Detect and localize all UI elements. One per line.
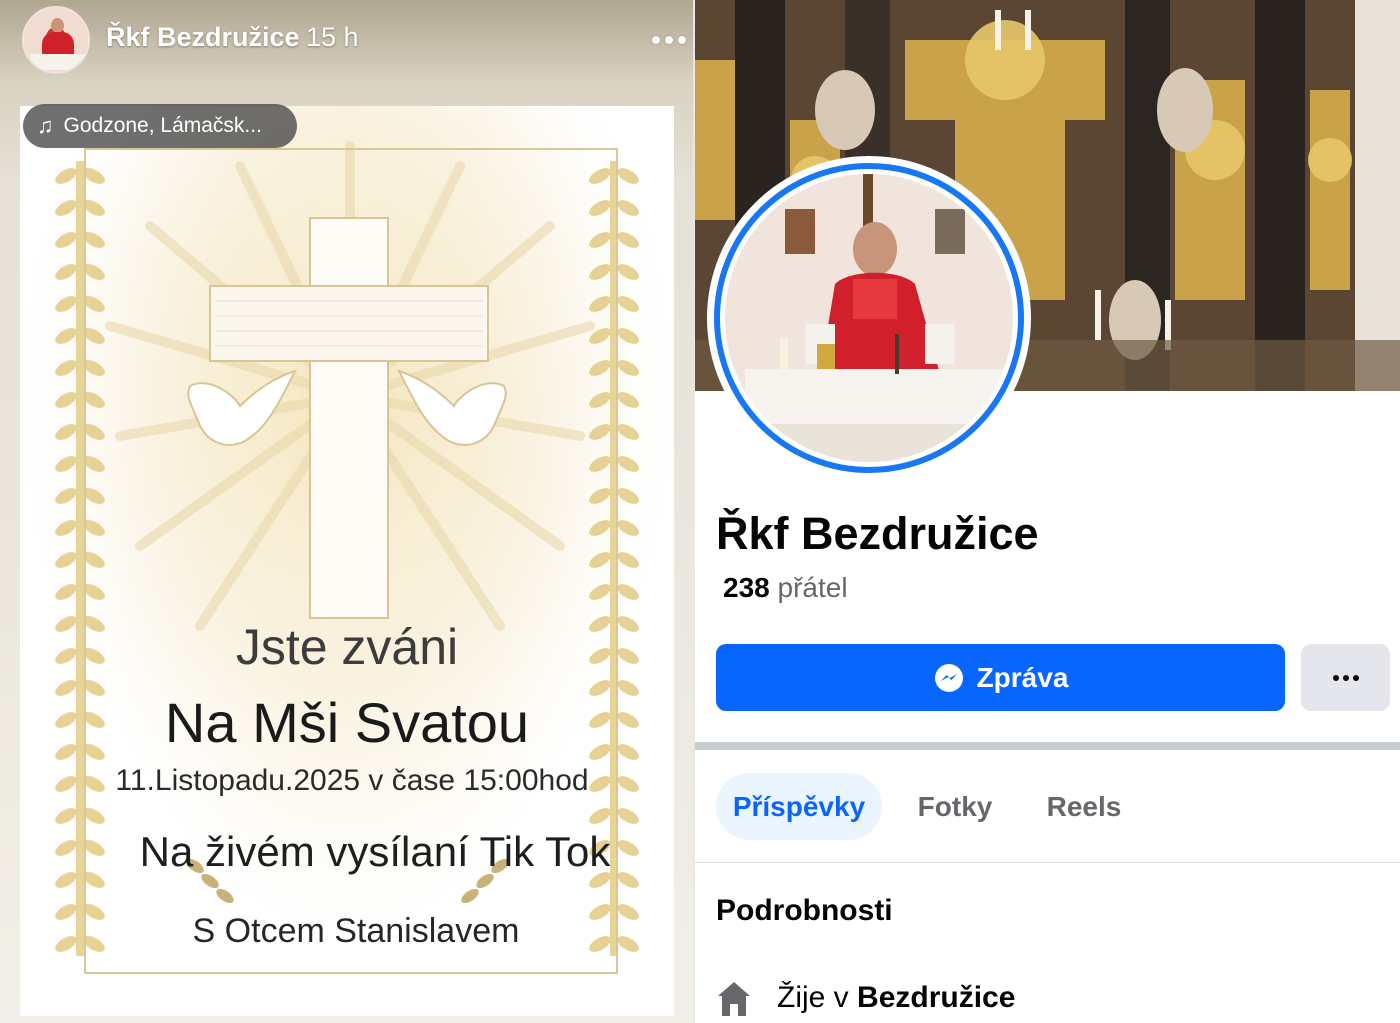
- tab-reels[interactable]: Reels: [1030, 773, 1138, 840]
- story-author-name[interactable]: Řkf Bezdružice: [106, 22, 300, 53]
- message-button-label: Zpráva: [976, 661, 1069, 693]
- home-icon: [718, 982, 750, 1016]
- tabs-divider: [695, 862, 1400, 863]
- invitation-line-4: Na živém vysílaní Tik Tok: [139, 828, 611, 875]
- friends-number: 238: [723, 572, 770, 603]
- music-label: Godzone, Lámačsk...: [63, 114, 262, 137]
- friends-label: přátel: [777, 572, 848, 603]
- music-note-icon: ♫: [37, 113, 54, 138]
- tab-reels-label: Reels: [1046, 790, 1122, 822]
- messenger-icon: [934, 663, 963, 692]
- lives-in: Žije v Bezdružice: [777, 981, 1015, 1015]
- lives-in-place[interactable]: Bezdružice: [857, 981, 1015, 1014]
- invitation-date: 11.Listopadu.2025 v čase 15:00hod: [115, 764, 589, 797]
- more-dots-icon: [1332, 674, 1359, 681]
- invitation-line-5: S Otcem Stanislavem: [192, 912, 520, 950]
- profile-picture[interactable]: [707, 156, 1031, 480]
- tab-posts[interactable]: Příspěvky: [716, 773, 882, 840]
- story-panel[interactable]: Jste zváni Na Mši Svatou 11.Listopadu.20…: [0, 0, 693, 1023]
- invitation-image: Jste zváni Na Mši Svatou 11.Listopadu.20…: [20, 106, 674, 1016]
- tab-photos[interactable]: Fotky: [900, 773, 1010, 840]
- tab-posts-label: Příspěvky: [732, 790, 866, 822]
- tab-photos-label: Fotky: [917, 790, 993, 822]
- invitation-line-2: Na Mši Svatou: [164, 691, 530, 754]
- music-sticker[interactable]: ♫ Godzone, Lámačsk...: [23, 104, 297, 148]
- laurel-border-left: [76, 161, 84, 956]
- section-separator: [695, 742, 1400, 750]
- profile-name: Řkf Bezdružice: [716, 508, 1039, 559]
- story-timestamp: 15 h: [306, 22, 359, 52]
- story-ring: [714, 163, 1024, 473]
- details-heading: Podrobnosti: [716, 894, 893, 927]
- more-dots-icon[interactable]: [652, 26, 692, 54]
- friends-count[interactable]: 238 přátel: [723, 572, 848, 604]
- profile-photo: [725, 174, 1013, 462]
- lives-in-prefix: Žije v: [777, 981, 849, 1014]
- message-button[interactable]: Zpráva: [716, 644, 1285, 711]
- more-options-button[interactable]: [1301, 644, 1390, 711]
- invitation-line-1: Jste zváni: [235, 619, 459, 675]
- story-author-avatar[interactable]: [22, 6, 90, 74]
